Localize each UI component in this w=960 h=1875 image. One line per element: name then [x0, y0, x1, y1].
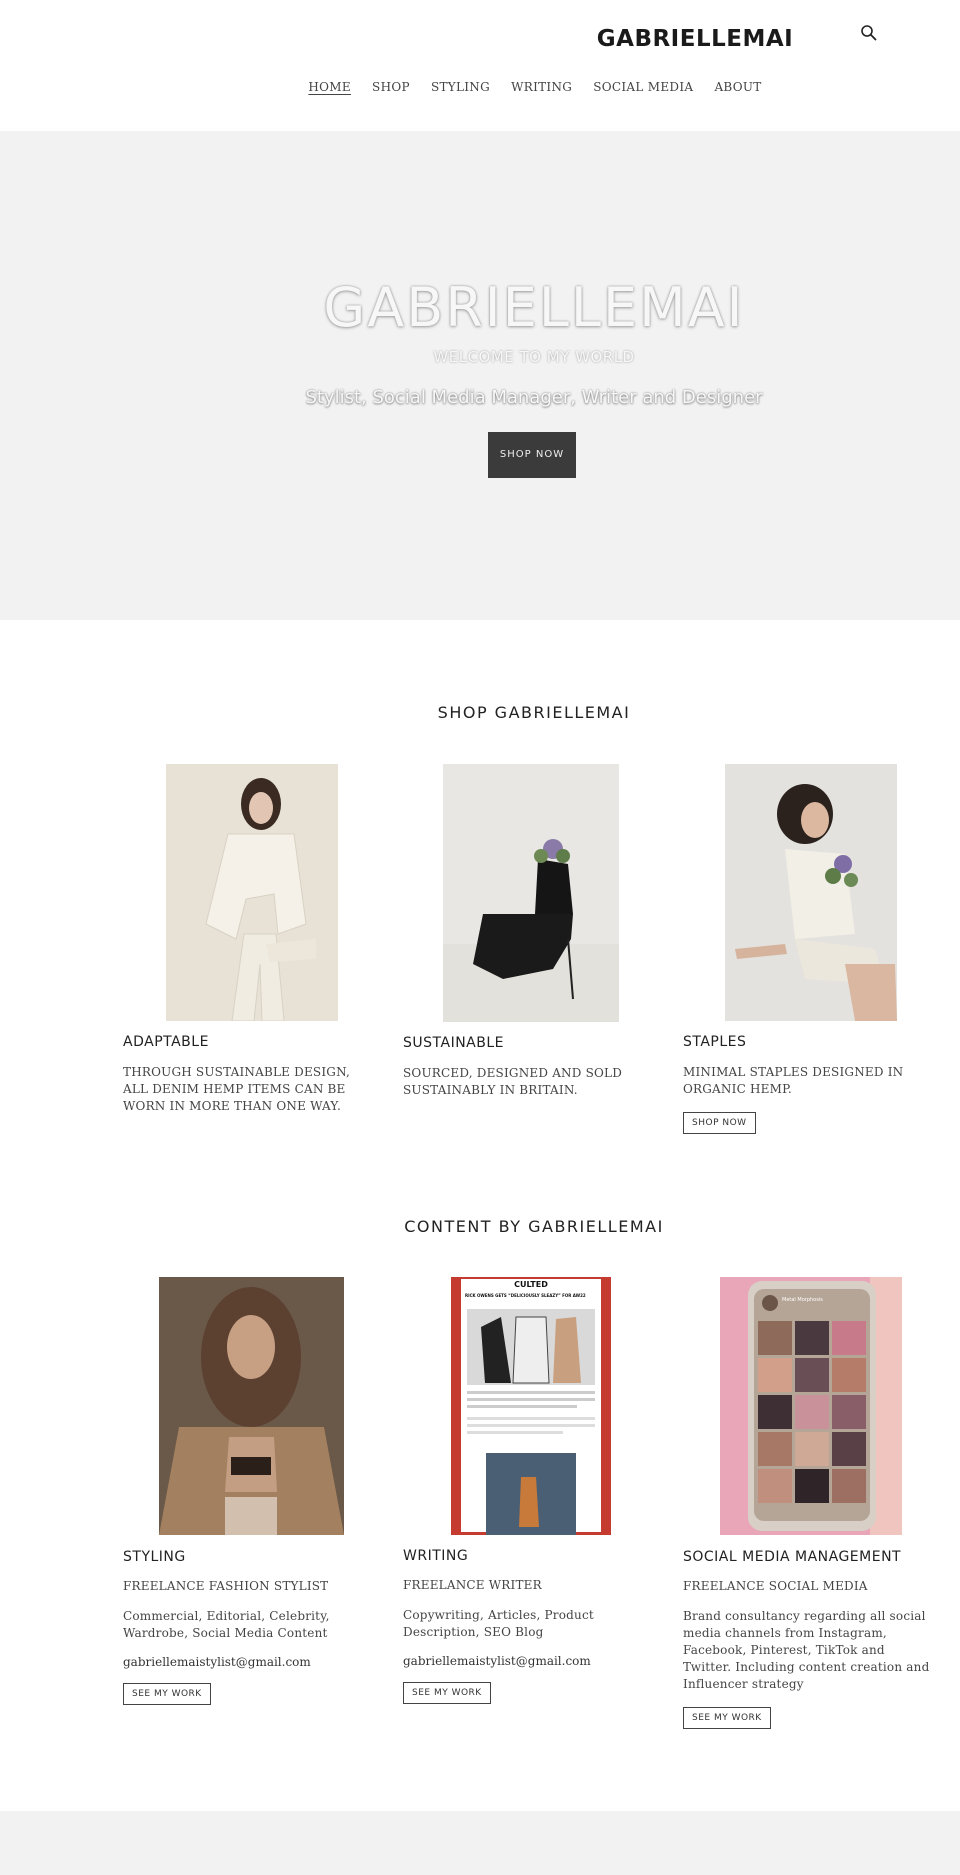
card-title: SOCIAL MEDIA MANAGEMENT — [683, 1549, 902, 1565]
card-description: SOURCED, DESIGNED AND SOLD SUSTAINABLY I… — [403, 1066, 623, 1097]
styling-photo[interactable] — [159, 1277, 344, 1535]
see-my-work-button[interactable]: SEE MY WORK — [123, 1683, 211, 1705]
content-card-social-media: SOCIAL MEDIA MANAGEMENT FREELANCE SOCIAL… — [683, 1549, 933, 1729]
card-description: Copywriting, Articles, Product Descripti… — [403, 1608, 594, 1639]
hero-subtitle: Stylist, Social Media Manager, Writer an… — [305, 387, 763, 408]
nav-item-home[interactable]: HOME — [308, 80, 351, 94]
main-nav: HOME SHOP STYLING WRITING SOCIAL MEDIA A… — [0, 76, 960, 95]
card-title: STAPLES — [683, 1034, 747, 1050]
see-my-work-button[interactable]: SEE MY WORK — [683, 1707, 771, 1729]
email-link[interactable]: gabriellemaistylist@gmail.com — [123, 1655, 353, 1669]
card-subtitle: FREELANCE WRITER — [403, 1578, 542, 1592]
card-description: Commercial, Editorial, Celebrity, Wardro… — [123, 1609, 330, 1640]
social-media-photo[interactable]: Metal Morphosis — [720, 1277, 902, 1535]
shop-now-button[interactable]: SHOP NOW — [488, 432, 576, 478]
card-title: STYLING — [123, 1549, 186, 1565]
content-card-writing: WRITING FREELANCE WRITER Copywriting, Ar… — [403, 1548, 663, 1704]
writing-photo[interactable]: CULTED RICK OWENS GETS “DELICIOUSLY SLEA… — [451, 1277, 611, 1535]
nav-item-social-media[interactable]: SOCIAL MEDIA — [593, 80, 693, 94]
card-title: SUSTAINABLE — [403, 1035, 504, 1051]
shop-card-sustainable: SUSTAINABLE SOURCED, DESIGNED AND SOLD S… — [403, 1035, 653, 1099]
shop-card-adaptable: ADAPTABLE THROUGH SUSTAINABLE DESIGN, AL… — [123, 1034, 373, 1115]
card-subtitle: FREELANCE SOCIAL MEDIA — [683, 1579, 868, 1593]
hero-banner: GABRIELLEMAI WELCOME TO MY WORLD Stylist… — [0, 131, 960, 620]
shop-card-staples: STAPLES MINIMAL STAPLES DESIGNED IN ORGA… — [683, 1034, 933, 1134]
see-my-work-button[interactable]: SEE MY WORK — [403, 1682, 491, 1704]
card-title: ADAPTABLE — [123, 1034, 209, 1050]
content-heading: CONTENT BY GABRIELLEMAI — [404, 1217, 664, 1236]
article-masthead: CULTED — [514, 1280, 548, 1289]
hero-kicker: WELCOME TO MY WORLD — [433, 348, 635, 366]
nav-item-styling[interactable]: STYLING — [431, 80, 490, 94]
nav-item-shop[interactable]: SHOP — [372, 80, 410, 94]
product-photo-staples[interactable] — [725, 764, 897, 1021]
card-subtitle: FREELANCE FASHION STYLIST — [123, 1579, 329, 1593]
article-headline: RICK OWENS GETS “DELICIOUSLY SLEAZY” FOR… — [465, 1293, 586, 1298]
product-photo-sustainable[interactable] — [443, 764, 619, 1022]
footer-band — [0, 1811, 960, 1875]
site-header: GABRIELLEMAI HOME SHOP STYLING WRITING S… — [0, 0, 960, 131]
product-photo-adaptable[interactable] — [166, 764, 338, 1021]
card-title: WRITING — [403, 1548, 469, 1564]
card-description: Brand consultancy regarding all social m… — [683, 1609, 930, 1691]
nav-item-about[interactable]: ABOUT — [714, 80, 761, 94]
hero-title: GABRIELLEMAI — [323, 276, 745, 339]
search-icon[interactable] — [860, 24, 880, 44]
shop-heading: SHOP GABRIELLEMAI — [437, 703, 631, 722]
nav-item-writing[interactable]: WRITING — [511, 80, 572, 94]
card-description: MINIMAL STAPLES DESIGNED IN ORGANIC HEMP… — [683, 1065, 904, 1096]
email-link[interactable]: gabriellemaistylist@gmail.com — [403, 1654, 663, 1668]
phone-profile-name: Metal Morphosis — [782, 1297, 823, 1303]
brand-logo[interactable]: GABRIELLEMAI — [580, 26, 810, 52]
card-description: THROUGH SUSTAINABLE DESIGN, ALL DENIM HE… — [123, 1065, 351, 1113]
content-card-styling: STYLING FREELANCE FASHION STYLIST Commer… — [123, 1549, 353, 1705]
shop-now-small-button[interactable]: SHOP NOW — [683, 1112, 756, 1134]
